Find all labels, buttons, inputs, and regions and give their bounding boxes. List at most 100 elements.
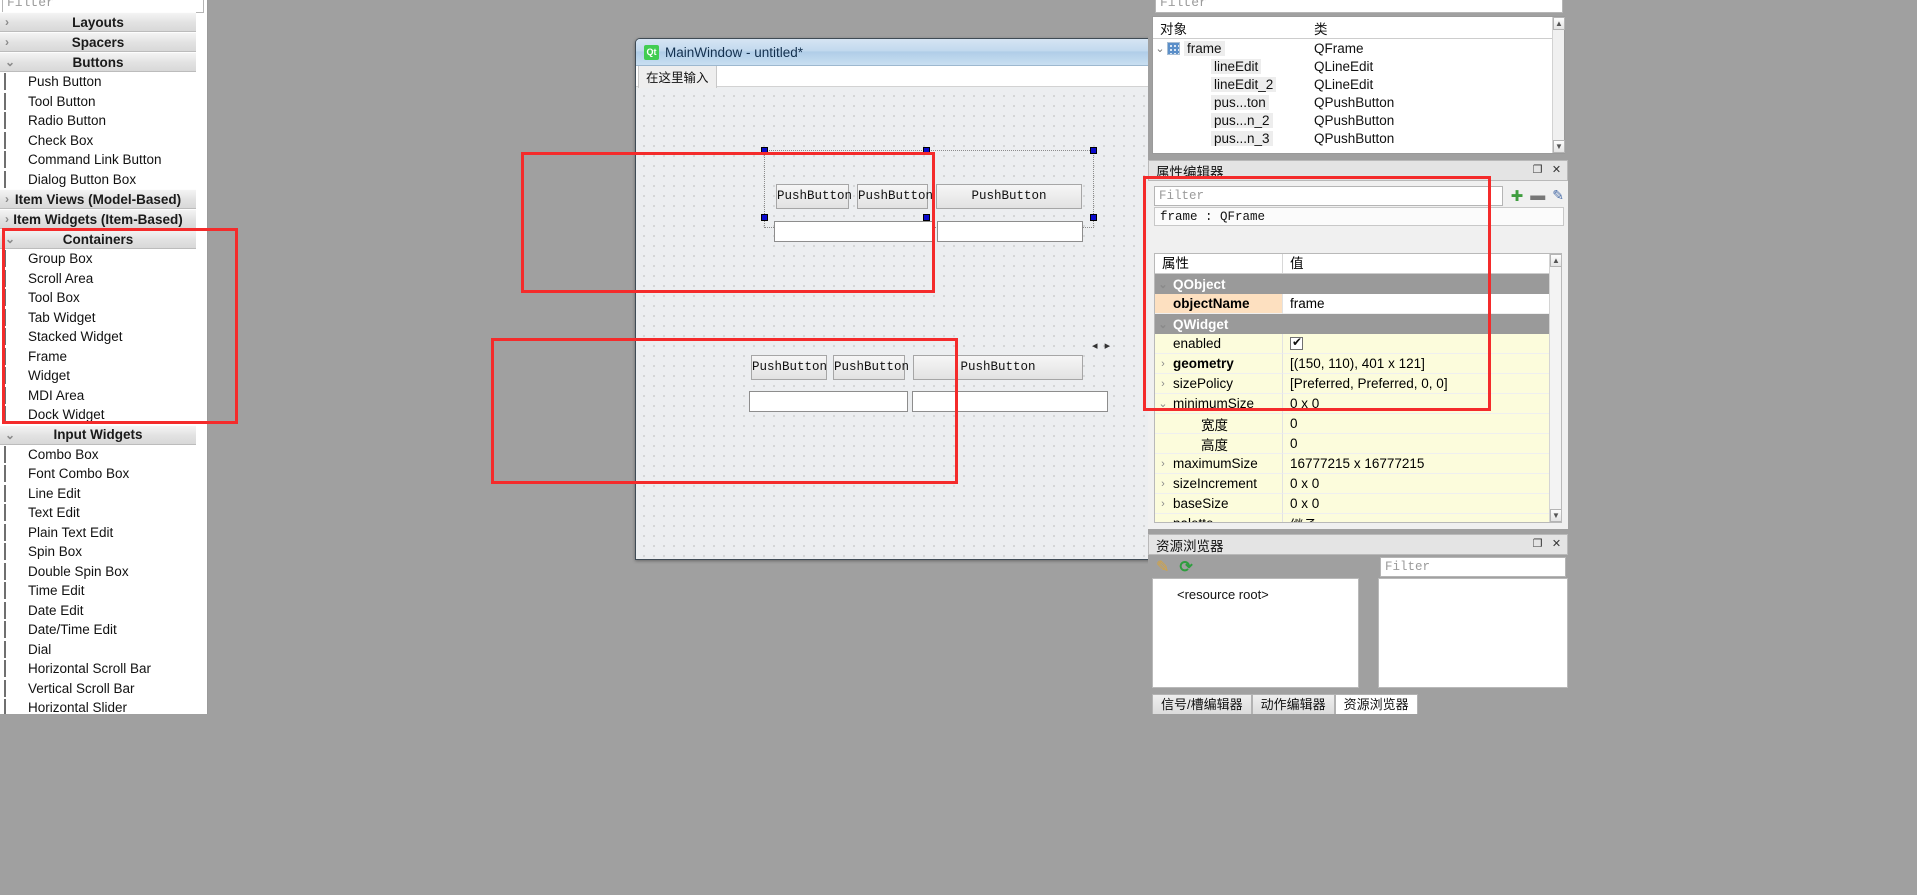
- chevron-right-icon[interactable]: ›: [1155, 478, 1171, 490]
- resource-preview-list[interactable]: [1378, 578, 1568, 688]
- frame2-push-button-3[interactable]: PushButton: [913, 355, 1083, 380]
- frame2-push-button-2[interactable]: PushButton: [833, 355, 909, 380]
- chevron-down-icon[interactable]: ⌄: [1155, 397, 1171, 410]
- chevron-right-icon[interactable]: ›: [1155, 358, 1171, 370]
- frame1-line-edit-1[interactable]: [774, 221, 933, 242]
- add-icon[interactable]: ✚: [1511, 187, 1524, 205]
- bottom-tab-2[interactable]: 资源浏览器: [1334, 694, 1418, 714]
- widget-item-dock-widget[interactable]: Dock Widget: [0, 405, 196, 425]
- property-row-objectname[interactable]: objectName frame: [1155, 294, 1561, 314]
- property-row-qobject[interactable]: ⌄ QObject: [1155, 274, 1561, 294]
- widget-category-item-widgets-item-based[interactable]: › Item Widgets (Item-Based): [0, 209, 196, 229]
- object-inspector-row[interactable]: pus...ton QPushButton: [1153, 93, 1564, 111]
- widget-item-double-spin-box[interactable]: Double Spin Box: [0, 561, 196, 581]
- property-value-cell[interactable]: 0: [1283, 434, 1561, 454]
- menubar-placeholder[interactable]: 在这里输入: [638, 63, 717, 89]
- widget-category-buttons[interactable]: ⌄ Buttons: [0, 52, 196, 72]
- property-value-cell[interactable]: [Preferred, Preferred, 0, 0]: [1283, 374, 1561, 394]
- chevron-down-icon[interactable]: ⌄: [1155, 278, 1171, 291]
- widget-category-input-widgets[interactable]: ⌄ Input Widgets: [0, 424, 196, 445]
- widget-item-horizontal-slider[interactable]: Horizontal Slider: [0, 698, 196, 714]
- object-inspector-scrollbar[interactable]: ▲ ▼: [1552, 17, 1565, 153]
- widget-item-push-button[interactable]: Push Button: [0, 72, 196, 92]
- edit-pencil-icon[interactable]: ✎: [1156, 557, 1169, 577]
- object-inspector-row[interactable]: lineEdit_2 QLineEdit: [1153, 75, 1564, 93]
- frame1-push-button-3[interactable]: PushButton: [936, 184, 1082, 209]
- widget-item-combo-box[interactable]: Combo Box: [0, 444, 196, 464]
- property-row-geometry[interactable]: › geometry [(150, 110), 401 x 121]: [1155, 354, 1561, 374]
- property-row-maximumsize[interactable]: › maximumSize 16777215 x 16777215: [1155, 454, 1561, 474]
- chevron-right-icon[interactable]: ›: [1155, 458, 1171, 470]
- resize-handle-bottom-right[interactable]: [1090, 214, 1097, 221]
- property-row-enabled[interactable]: enabled: [1155, 334, 1561, 354]
- widget-category-item-views-model-based[interactable]: › Item Views (Model-Based): [0, 189, 196, 209]
- widget-item-scroll-area[interactable]: Scroll Area: [0, 268, 196, 288]
- widget-item-radio-button[interactable]: Radio Button: [0, 111, 196, 131]
- widget-item-tab-widget[interactable]: Tab Widget: [0, 307, 196, 327]
- widget-item-mdi-area[interactable]: MDI Area: [0, 385, 196, 405]
- property-row--[interactable]: 高度 0: [1155, 434, 1561, 454]
- widget-item-time-edit[interactable]: Time Edit: [0, 581, 196, 601]
- bottom-tab-bar[interactable]: 信号/槽编辑器 动作编辑器 资源浏览器: [1152, 694, 1418, 714]
- widget-item-group-box[interactable]: Group Box: [0, 249, 196, 269]
- widget-item-spin-box[interactable]: Spin Box: [0, 542, 196, 562]
- property-value-cell[interactable]: 0 x 0: [1283, 474, 1561, 494]
- widget-item-frame[interactable]: Frame: [0, 346, 196, 366]
- property-value-cell[interactable]: 0 x 0: [1283, 494, 1561, 514]
- widget-category-layouts[interactable]: › Layouts: [0, 12, 196, 32]
- widget-category-containers[interactable]: ⌄ Containers: [0, 229, 196, 249]
- resource-filter-input[interactable]: Filter: [1380, 557, 1566, 577]
- widget-item-horizontal-scroll-bar[interactable]: Horizontal Scroll Bar: [0, 659, 196, 679]
- chevron-down-icon[interactable]: ⌄: [1153, 42, 1167, 55]
- float-icon[interactable]: ❐: [1531, 538, 1544, 551]
- frame2-line-edit-1[interactable]: [749, 391, 908, 412]
- design-canvas[interactable]: Qt MainWindow - untitled* ✕ 在这里输入: [208, 0, 1301, 714]
- configure-icon[interactable]: ✎: [1552, 187, 1564, 204]
- widget-item-widget[interactable]: Widget: [0, 366, 196, 386]
- frame1-push-button-2[interactable]: PushButton: [857, 184, 933, 209]
- chevron-down-icon[interactable]: ⌄: [1155, 318, 1171, 331]
- frame2-splitter-handle-icon[interactable]: ◂ ▸: [1092, 339, 1112, 352]
- resize-handle-bottom-center[interactable]: [923, 214, 930, 221]
- chevron-right-icon[interactable]: ›: [1155, 378, 1171, 390]
- widget-item-line-edit[interactable]: Line Edit: [0, 483, 196, 503]
- widget-item-date-edit[interactable]: Date Edit: [0, 600, 196, 620]
- frame2-push-button-1[interactable]: PushButton: [751, 355, 827, 380]
- resize-handle-top-left[interactable]: [761, 147, 768, 154]
- widget-item-tool-box[interactable]: Tool Box: [0, 288, 196, 308]
- property-row-sizepolicy[interactable]: › sizePolicy [Preferred, Preferred, 0, 0]: [1155, 374, 1561, 394]
- object-inspector-row[interactable]: pus...n_2 QPushButton: [1153, 111, 1564, 129]
- property-row-minimumsize[interactable]: ⌄ minimumSize 0 x 0: [1155, 394, 1561, 414]
- frame1-push-button-1[interactable]: PushButton: [776, 184, 852, 209]
- widget-item-vertical-scroll-bar[interactable]: Vertical Scroll Bar: [0, 678, 196, 698]
- widget-item-check-box[interactable]: Check Box: [0, 130, 196, 150]
- resize-handle-top-center[interactable]: [923, 147, 930, 154]
- property-value-cell[interactable]: 0: [1283, 414, 1561, 434]
- frame1-line-edit-2[interactable]: [937, 221, 1083, 242]
- remove-icon[interactable]: ▬: [1530, 187, 1545, 204]
- bottom-tab-1[interactable]: 动作编辑器: [1251, 694, 1335, 714]
- object-inspector-row[interactable]: lineEdit QLineEdit: [1153, 57, 1564, 75]
- property-value-cell[interactable]: 0 x 0: [1283, 394, 1561, 414]
- widget-item-command-link-button[interactable]: Command Link Button: [0, 150, 196, 170]
- float-icon[interactable]: ❐: [1531, 164, 1544, 177]
- resize-handle-top-right[interactable]: [1090, 147, 1097, 154]
- property-value-cell[interactable]: 16777215 x 16777215: [1283, 454, 1561, 474]
- object-inspector-filter-input[interactable]: Filter: [1155, 0, 1563, 13]
- chevron-right-icon[interactable]: ›: [1155, 498, 1171, 510]
- property-value-cell[interactable]: frame: [1283, 294, 1561, 314]
- property-table[interactable]: 属性 值 ⌄ QObject objectName frame ⌄ QWidget enab…: [1154, 253, 1562, 523]
- object-inspector-row[interactable]: ⌄ frame QFrame: [1153, 39, 1564, 57]
- scroll-up-arrow-icon[interactable]: ▲: [1553, 17, 1565, 30]
- scroll-up-arrow-icon[interactable]: ▲: [1550, 254, 1561, 267]
- property-rows[interactable]: ⌄QObjectobjectNameframe⌄QWidgetenabled›g…: [1155, 274, 1561, 522]
- property-value-cell[interactable]: [1283, 334, 1561, 354]
- close-icon[interactable]: ✕: [1550, 164, 1563, 177]
- widget-item-tool-button[interactable]: Tool Button: [0, 91, 196, 111]
- close-icon[interactable]: ✕: [1550, 538, 1563, 551]
- scroll-down-arrow-icon[interactable]: ▼: [1553, 140, 1565, 153]
- scroll-down-arrow-icon[interactable]: ▼: [1550, 509, 1561, 522]
- widget-item-stacked-widget[interactable]: Stacked Widget: [0, 327, 196, 347]
- property-row-basesize[interactable]: › baseSize 0 x 0: [1155, 494, 1561, 514]
- object-inspector-tree[interactable]: ⌄ frame QFrame lineEdit QLineEdit lineEdit_2 Q…: [1153, 39, 1564, 147]
